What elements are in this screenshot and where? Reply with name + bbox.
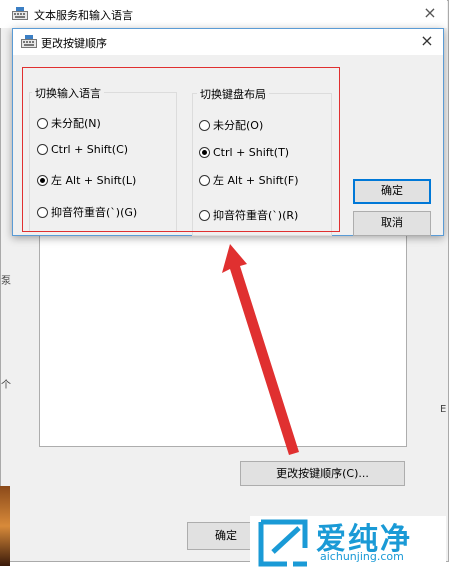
annotation-arrow <box>222 244 299 455</box>
brand-logo-icon <box>257 518 311 571</box>
brand-url: aichunjing.com <box>320 550 404 563</box>
